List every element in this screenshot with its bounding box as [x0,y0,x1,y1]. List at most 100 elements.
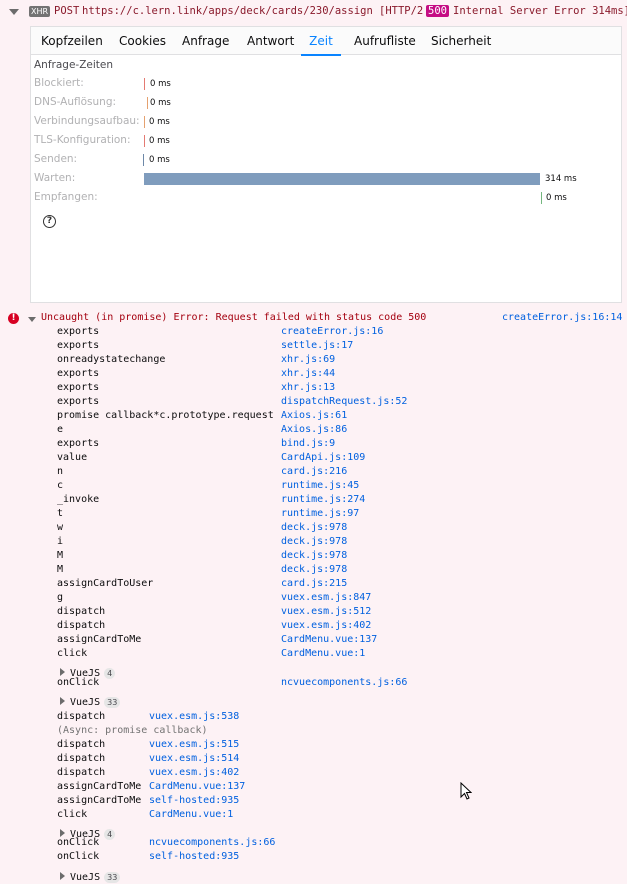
details-tabbar: Kopfzeilen Cookies Anfrage Antwort Zeit … [31,27,621,56]
stack-frame-function: dispatch [57,753,106,764]
timing-tick [143,154,144,166]
frame-count-badge: 33 [104,872,121,883]
stack-frame-location[interactable]: CardMenu.vue:137 [149,780,245,794]
stack-frame-location[interactable]: runtime.js:274 [281,493,365,507]
stack-frame-function: exports [57,438,100,449]
network-details-panel: Kopfzeilen Cookies Anfrage Antwort Zeit … [30,26,622,303]
stack-frame-location[interactable]: vuex.esm.js:847 [281,591,371,605]
expand-arrow-icon[interactable] [9,9,19,15]
timing-tick [144,135,145,147]
stack-frame-function: assignCardToMe [57,634,142,645]
active-tab-indicator [301,54,341,56]
stack-frame-function: exports [57,382,100,393]
stack-frame-location[interactable]: deck.js:978 [281,521,347,535]
tab-response[interactable]: Antwort [247,27,294,55]
stack-frame-location[interactable]: CardApi.js:109 [281,451,365,465]
collapsed-frame-group[interactable]: VueJS 4 [60,822,116,840]
timing-value: 0 ms [546,193,567,203]
async-separator: (Async: promise callback) [57,725,208,736]
error-location-link[interactable]: createError.js:16:14 [502,311,622,325]
request-method: POST [54,5,80,17]
tab-cookies[interactable]: Cookies [119,27,166,55]
stack-frame-location[interactable]: card.js:215 [281,577,347,591]
error-message: Uncaught (in promise) Error: Request fai… [41,312,427,323]
stack-frame-function: exports [57,326,100,337]
timing-tick [541,192,542,204]
stack-frame-location[interactable]: ncvuecomponents.js:66 [149,836,275,850]
request-url[interactable]: https://c.lern.link/apps/deck/cards/230/… [82,5,373,17]
stack-frame-function: onClick [57,851,100,862]
stack-frame-location[interactable]: deck.js:978 [281,535,347,549]
status-badge: 500 [426,5,449,17]
stack-frame-location[interactable]: self-hosted:935 [149,794,239,808]
stack-frame-location[interactable]: settle.js:17 [281,339,353,353]
stack-frame-location[interactable]: xhr.js:69 [281,353,335,367]
stack-frame-location[interactable]: ncvuecomponents.js:66 [281,676,407,690]
stack-frame-function: _invoke [57,494,100,505]
stack-frame-location[interactable]: bind.js:9 [281,437,335,451]
stack-frame-location[interactable]: CardMenu.vue:1 [281,647,365,661]
tab-stack-trace[interactable]: Aufrufliste [354,27,416,55]
stack-frame-location[interactable]: Axios.js:86 [281,423,347,437]
tab-timings-label: Zeit [309,34,333,48]
stack-frame-location[interactable]: runtime.js:45 [281,479,359,493]
error-icon: ! [8,313,19,324]
stack-frame-location[interactable]: deck.js:978 [281,563,347,577]
error-expand-arrow-icon[interactable] [28,317,36,322]
stack-frame-location[interactable]: vuex.esm.js:514 [149,752,239,766]
stack-frame-location[interactable]: createError.js:16 [281,325,383,339]
stack-frame-location[interactable]: xhr.js:44 [281,367,335,381]
request-header[interactable]: XHR POST https://c.lern.link/apps/deck/c… [0,0,627,24]
tab-timings[interactable]: Zeit [301,27,341,56]
timing-tick [147,97,148,109]
expand-arrow-icon[interactable] [60,871,65,880]
stack-frame-location[interactable]: CardMenu.vue:137 [281,633,377,647]
stack-frame-function: dispatch [57,606,106,617]
question-icon[interactable]: ? [43,215,56,228]
stack-frame-location[interactable]: vuex.esm.js:402 [281,619,371,633]
stack-frame-location[interactable]: vuex.esm.js:402 [149,766,239,780]
expand-arrow-icon[interactable] [60,696,65,705]
timing-tick [144,116,145,128]
stack-frame-location[interactable]: deck.js:978 [281,549,347,563]
stack-frame-location[interactable]: CardMenu.vue:1 [149,808,233,822]
stack-frame-function: M [57,564,64,575]
stack-frame-function: dispatch [57,739,106,750]
stack-frame-function: i [57,536,64,547]
timing-value: 0 ms [149,117,170,127]
stack-frame-function: onClick [57,677,100,688]
stack-frame-location[interactable]: dispatchRequest.js:52 [281,395,407,409]
timing-value: 0 ms [149,136,170,146]
timing-label: Blockiert: [34,77,84,89]
stack-frame-function: dispatch [57,620,106,631]
request-protocol: [HTTP/2 [379,5,424,17]
stack-frame-location[interactable]: xhr.js:13 [281,381,335,395]
stack-frame-function: assignCardToMe [57,795,142,806]
stack-frame-location[interactable]: vuex.esm.js:512 [281,605,371,619]
timing-label: DNS-Auflösung: [34,96,117,108]
stack-frame-location[interactable]: vuex.esm.js:515 [149,738,239,752]
stack-frame-location[interactable]: Axios.js:61 [281,409,347,423]
stack-frame-location[interactable]: vuex.esm.js:538 [149,710,239,724]
collapsed-frame-group[interactable]: VueJS 33 [60,690,121,708]
stack-frame-function: exports [57,368,100,379]
tab-headers[interactable]: Kopfzeilen [41,27,103,55]
stack-frame-location[interactable]: runtime.js:97 [281,507,359,521]
stack-frame-function: assignCardToUser [57,578,154,589]
stack-frame-function: exports [57,340,100,351]
stack-frame-function: n [57,466,64,477]
collapsed-frame-group[interactable]: VueJS 4 [60,661,116,679]
collapsed-frame-group[interactable]: VueJS 33 [60,865,121,883]
frame-count-badge: 4 [104,668,116,679]
tab-security[interactable]: Sicherheit [431,27,491,55]
group-name: VueJS [70,872,101,883]
stack-frame-location[interactable]: self-hosted:935 [149,850,239,864]
stack-frame-function: click [57,809,88,820]
stack-frame-location[interactable]: card.js:216 [281,465,347,479]
tab-request[interactable]: Anfrage [182,27,229,55]
stack-frame-function: dispatch [57,767,106,778]
expand-arrow-icon[interactable] [60,667,65,676]
timing-label: Verbindungsaufbau: [34,115,140,127]
timing-label: TLS-Konfiguration: [34,134,131,146]
timing-value: 0 ms [150,98,171,108]
